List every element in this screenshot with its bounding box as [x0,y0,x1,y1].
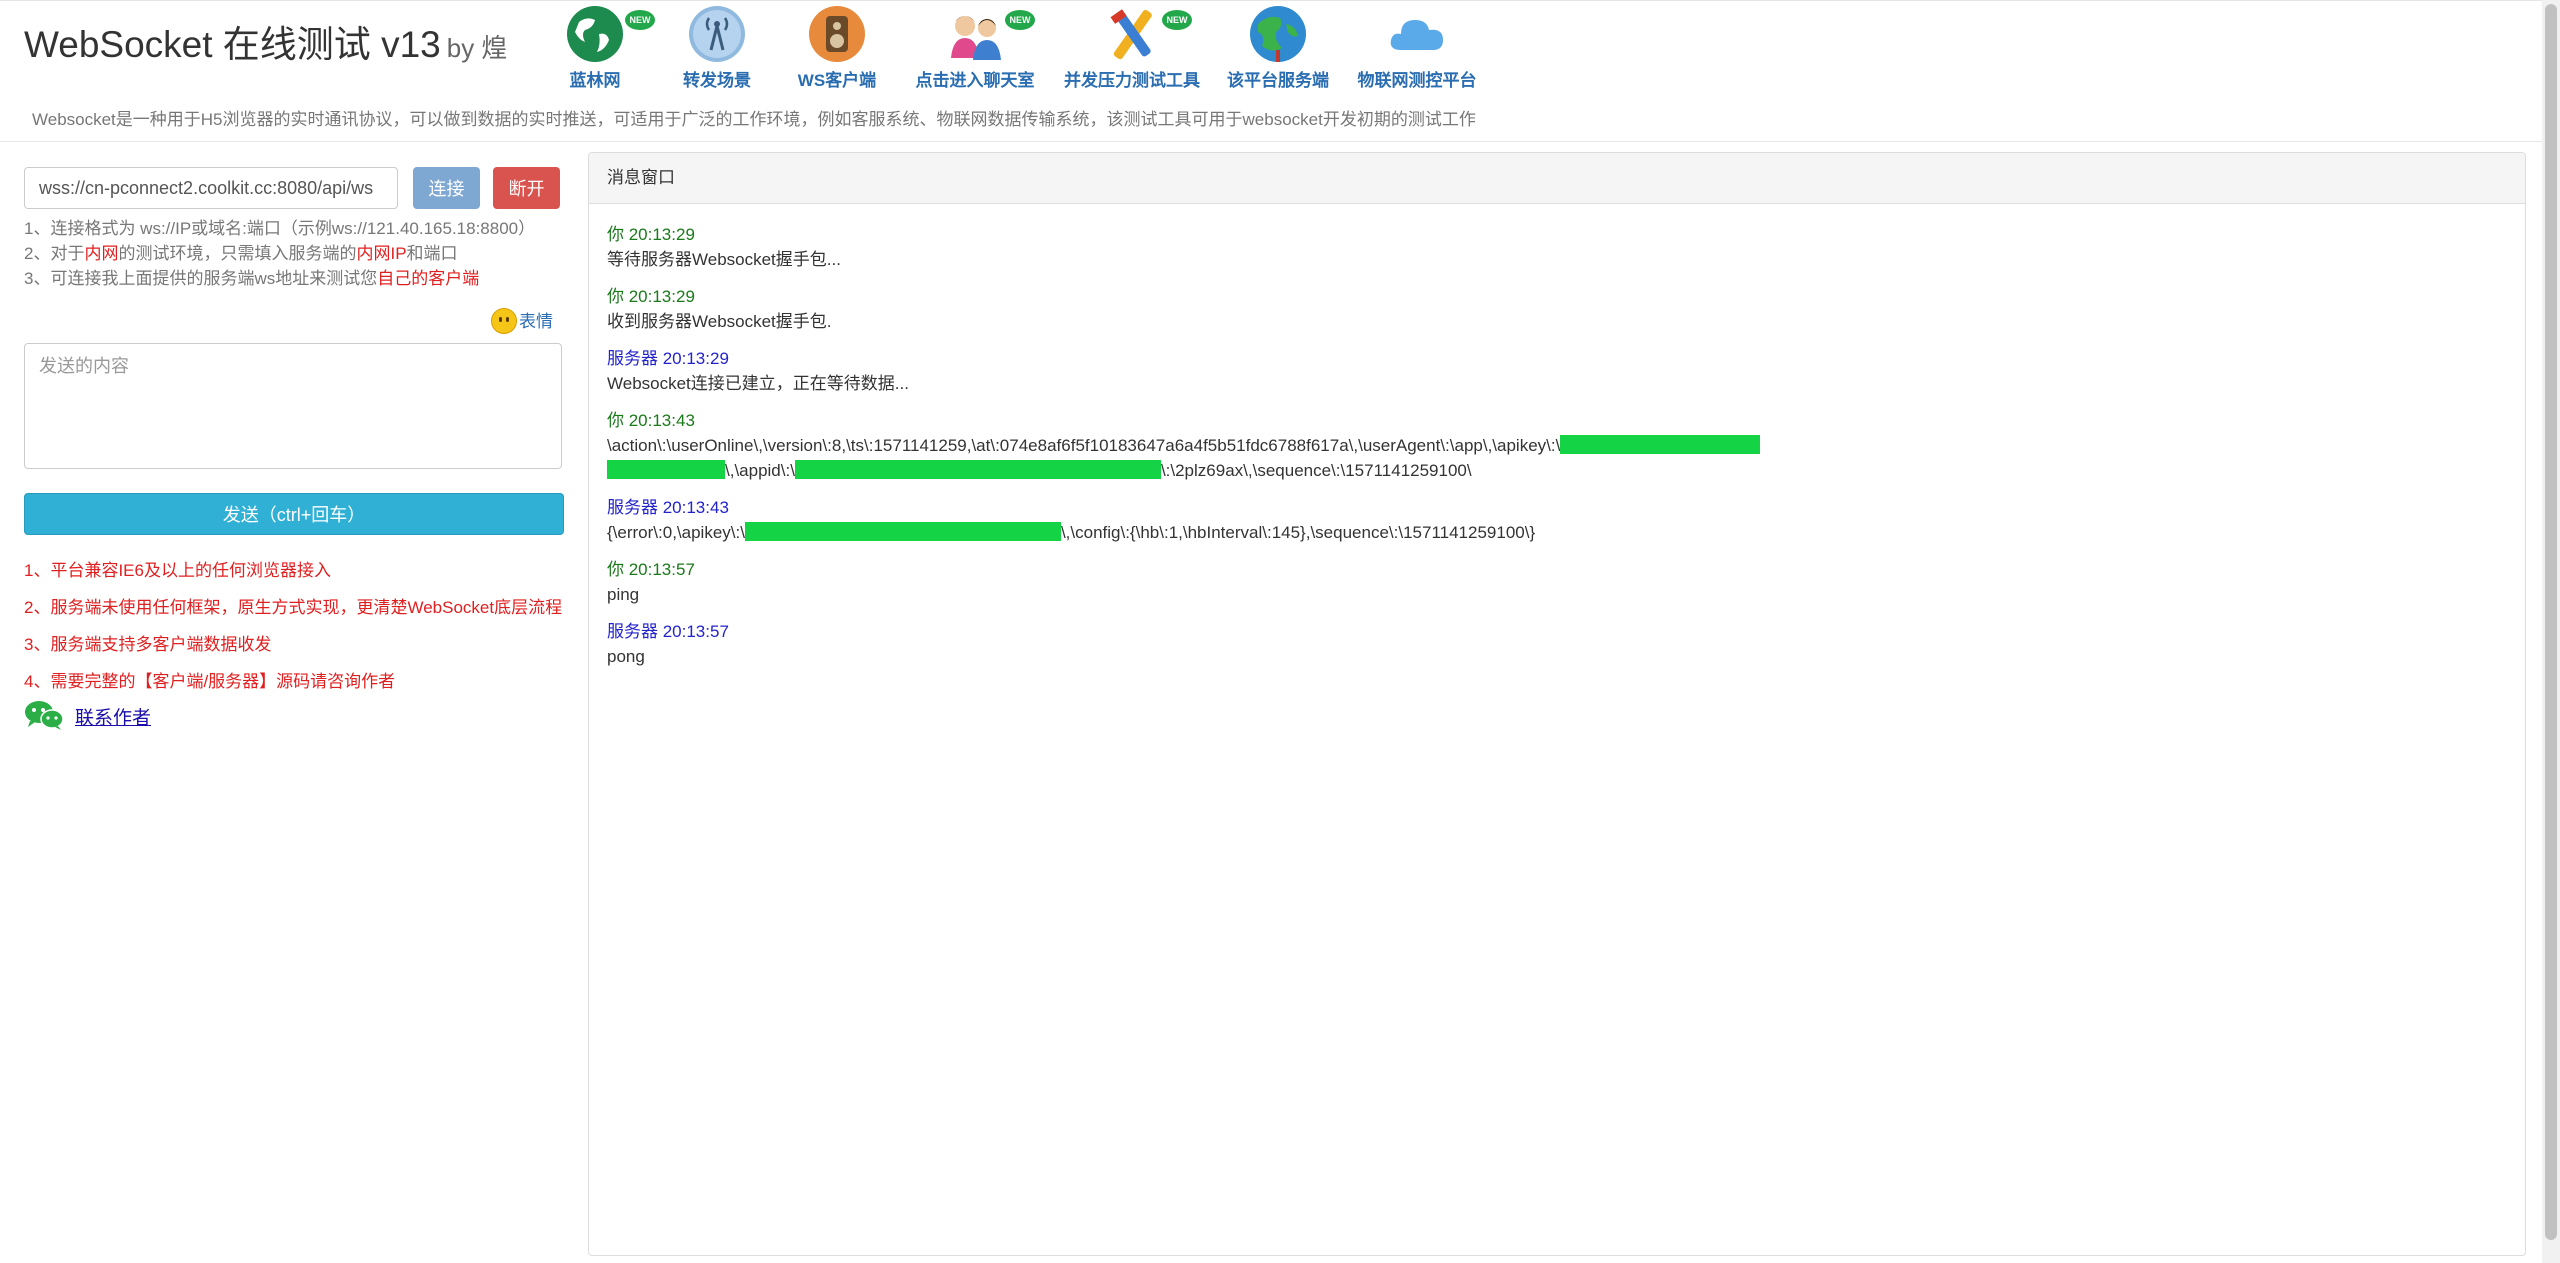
message-sender: 服务器 20:13:43 [607,498,729,517]
earth-icon [1248,4,1308,64]
message-item: 服务器 20:13:29 Websocket连接已建立，正在等待数据... [607,346,2507,396]
nav-label: 物联网测控平台 [1357,71,1477,90]
message-sender: 服务器 20:13:57 [607,622,729,641]
message-item: 你 20:13:57 ping [607,557,2507,607]
nav-label: 点击进入聊天室 [915,71,1035,90]
nav-item-lanlin[interactable]: NEW 蓝林网 [558,4,655,91]
smiley-icon [491,308,517,334]
nav-label: 并发压力测试工具 [1064,71,1200,90]
antenna-icon [687,4,747,64]
globe-icon: NEW [565,4,655,64]
send-button[interactable]: 发送（ctrl+回车） [24,493,564,535]
redacted-block [744,522,1061,541]
message-body: {\error\:0,\apikey\:\ \,\config\:{\hb\:1,… [607,520,2507,545]
redacted-block [794,460,1161,479]
nav-label: WS客户端 [797,71,877,90]
message-item: 你 20:13:29 等待服务器Websocket握手包... [607,222,2507,272]
message-text: \action\:\userOnline\,\version\:8,\ts\:1… [607,436,1561,455]
nav-item-platform-server[interactable]: 该平台服务端 [1222,4,1334,91]
tip-highlight: 内网IP [356,244,407,263]
site-description: Websocket是一种用于H5浏览器的实时通讯协议，可以做到数据的实时推送，可… [32,110,1476,129]
nav-item-forward[interactable]: 转发场景 [674,4,760,91]
message-item: 服务器 20:13:57 pong [607,619,2507,669]
message-item: 服务器 20:13:43 {\error\:0,\apikey\:\ \,\con… [607,495,2507,545]
tip-line-2: 2、对于内网的测试环境，只需填入服务端的内网IP和端口 [24,241,535,266]
message-sender: 你 20:13:29 [607,287,695,306]
page-title: WebSocket 在线测试 v13 by 煌 [24,22,507,71]
message-item: 你 20:13:29 收到服务器Websocket握手包. [607,284,2507,334]
url-input[interactable] [24,167,398,209]
emoji-label: 表情 [519,312,553,331]
redacted-block [1560,435,1761,454]
speaker-icon [807,4,867,64]
emoji-button[interactable]: 表情 [491,307,553,334]
message-body: Websocket连接已建立，正在等待数据... [607,374,909,393]
feature-item: 3、服务端支持多客户端数据收发 [24,635,272,654]
header-divider [0,141,2560,142]
tip-highlight: 自己的客户端 [377,269,480,288]
feature-item: 4、需要完整的【客户端/服务器】源码请咨询作者 [24,672,396,691]
message-sender: 你 20:13:29 [607,225,695,244]
tip-line-3: 3、可连接我上面提供的服务端ws地址来测试您自己的客户端 [24,266,535,291]
message-text: \,\appid\:\ [725,461,795,480]
message-input[interactable] [24,343,562,469]
chat-people-icon: NEW [945,4,1035,64]
message-sender: 你 20:13:57 [607,560,695,579]
tip-highlight: 内网 [84,244,119,263]
message-text: \,\config\:{\hb\:1,\hbInterval\:145},\se… [1060,523,1536,542]
contact-author-link[interactable]: 联系作者 [75,703,151,730]
message-sender: 你 20:13:43 [607,411,695,430]
message-window-title: 消息窗口 [589,153,2525,204]
message-body: ping [607,585,640,604]
message-sender: 服务器 20:13:29 [607,349,729,368]
nav-item-stress-test[interactable]: NEW 并发压力测试工具 [1062,4,1202,91]
tools-icon: NEW [1102,4,1192,64]
nav-label: 该平台服务端 [1227,71,1329,90]
redacted-block [607,460,725,479]
message-list: 你 20:13:29 等待服务器Websocket握手包... 你 20:13:… [607,222,2507,681]
nav-label: 转发场景 [683,71,751,90]
cloud-icon [1387,4,1447,64]
tip-text: 和端口 [406,244,458,263]
new-badge: NEW [1005,10,1035,30]
scrollbar-thumb[interactable] [2545,4,2557,1240]
wechat-icon [24,699,64,731]
feature-list: 1、平台兼容IE6及以上的任何浏览器接入 2、服务端未使用任何框架，原生方式实现… [24,552,562,700]
feature-item: 1、平台兼容IE6及以上的任何浏览器接入 [24,561,331,580]
usage-tips: 1、连接格式为 ws://IP或域名:端口（示例ws://121.40.165.… [24,216,535,291]
new-badge: NEW [1162,10,1192,30]
nav-item-chatroom[interactable]: NEW 点击进入聊天室 [910,4,1040,91]
message-body: pong [607,647,645,666]
title-text: WebSocket 在线测试 v13 [24,24,441,65]
tip-text: 3、可连接我上面提供的服务端ws地址来测试您 [24,269,378,288]
message-window: 消息窗口 你 20:13:29 等待服务器Websocket握手包... 你 2… [588,152,2526,1256]
connect-button[interactable]: 连接 [413,167,480,209]
nav-item-iot-platform[interactable]: 物联网测控平台 [1352,4,1482,91]
nav-label: 蓝林网 [569,71,621,90]
tip-line-1: 1、连接格式为 ws://IP或域名:端口（示例ws://121.40.165.… [24,219,536,238]
tip-text: 2、对于 [24,244,85,263]
message-text: \:\2plz69ax\,\sequence\:\1571141259100\ [1160,461,1472,480]
nav-item-ws-client[interactable]: WS客户端 [794,4,880,91]
feature-item: 2、服务端未使用任何框架，原生方式实现，更清楚WebSocket底层流程 [24,598,563,617]
title-author: by 煌 [446,33,508,63]
message-body: \action\:\userOnline\,\version\:8,\ts\:1… [607,433,2507,483]
message-item: 你 20:13:43 \action\:\userOnline\,\versio… [607,408,2507,483]
message-text: {\error\:0,\apikey\:\ [607,523,745,542]
message-body: 等待服务器Websocket握手包... [607,250,841,269]
message-body: 收到服务器Websocket握手包. [607,312,832,331]
tip-text: 的测试环境，只需填入服务端的 [118,244,357,263]
disconnect-button[interactable]: 断开 [493,167,560,209]
top-border [0,0,2560,1]
new-badge: NEW [625,10,655,30]
